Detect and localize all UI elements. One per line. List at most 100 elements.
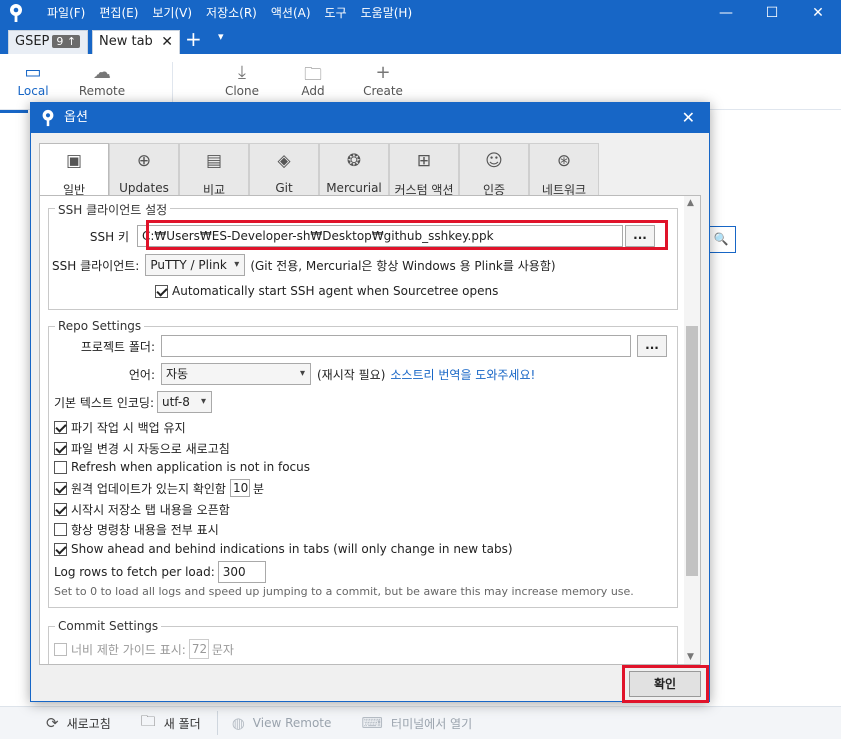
log-rows-label: Log rows to fetch per load: [54,565,215,579]
encoding-select[interactable]: utf-8 ▾ [157,391,212,413]
ahead-behind-row: Show ahead and behind indications in tab… [54,542,513,556]
tab-general[interactable]: ▣ 일반 [39,143,109,197]
maximize-button[interactable]: ☐ [749,0,795,26]
menu-tools[interactable]: 도구 [318,0,354,26]
project-folder-browse-button[interactable]: ... [637,335,667,357]
new-folder-button[interactable]: 🗀 새 폴더 [141,711,201,736]
custom-action-icon: ⊞ [416,151,432,171]
repo-group-title: Repo Settings [55,319,145,333]
title-bar: 파일(F) 편집(E) 보기(V) 저장소(R) 액션(A) 도구 도움말(H)… [0,0,841,26]
create-button[interactable]: + Create [353,62,413,98]
language-label: 언어: [128,367,155,382]
width-guide-input[interactable]: 72 [188,639,209,659]
scrollbar-thumb[interactable] [686,326,698,576]
open-tabs-checkbox[interactable] [54,503,67,516]
tab-mercurial[interactable]: ❂ Mercurial [319,143,389,195]
auto-refresh-checkbox[interactable] [54,442,67,455]
backup-checkbox[interactable] [54,421,67,434]
tab-custom-actions[interactable]: ⊞ 커스텀 액션 [389,143,459,197]
refresh-focus-row: Refresh when application is not in focus [54,460,310,474]
menu-edit[interactable]: 편집(E) [92,0,145,26]
close-tab-icon[interactable]: ✕ [161,31,173,53]
chevron-down-icon: ▾ [234,259,240,270]
menu-view[interactable]: 보기(V) [145,0,199,26]
show-cmd-checkbox[interactable] [54,523,67,536]
refresh-focus-checkbox[interactable] [54,460,67,474]
sourcetree-logo-icon [42,109,54,127]
toggle-icon: ▣ [65,151,83,171]
dialog-title: 옵션 [64,110,88,125]
ahead-behind-checkbox[interactable] [54,542,67,556]
encoding-value: utf-8 [162,395,190,409]
ahead-behind-label: Show ahead and behind indications in tab… [71,542,513,556]
download-icon: ⊕ [136,151,152,171]
menu-help[interactable]: 도움말(H) [354,0,420,26]
scroll-up-icon[interactable]: ▲ [687,198,694,208]
width-guide-row: 너비 제한 가이드 표시: 72 문자 [54,639,234,659]
menu-file[interactable]: 파일(F) [40,0,92,26]
menu-bar: 파일(F) 편집(E) 보기(V) 저장소(R) 액션(A) 도구 도움말(H) [40,0,419,26]
translate-link[interactable]: 소스트리 번역을 도와주세요! [390,366,535,383]
show-cmd-row: 항상 명령창 내용을 전부 표시 [54,521,219,538]
dialog-close-button[interactable]: ✕ [682,103,695,133]
diff-icon: ▤ [205,151,223,171]
remote-button[interactable]: ☁ Remote [72,62,132,98]
language-value: 자동 [166,367,189,381]
width-guide-label: 너비 제한 가이드 표시: [71,642,186,657]
repo-settings-group: Repo Settings 프로젝트 폴더: ... 언어: 자동 ▾ (재시작 … [48,319,678,608]
add-label: Add [301,84,325,98]
content-scrollbar[interactable]: ▲ ▼ [684,196,700,664]
bottom-divider [216,711,218,735]
tab-updates[interactable]: ⊕ Updates [109,143,179,195]
language-select[interactable]: 자동 ▾ [161,363,311,385]
refresh-icon: ⟳ [46,714,59,732]
plus-icon: + [375,62,391,83]
local-button[interactable]: ▭ Local [3,62,63,98]
add-button[interactable]: 🗀 Add [283,62,343,98]
ssh-client-value: PuTTY / Plink [150,258,227,272]
tab-network[interactable]: ⊛ 네트워크 [529,143,599,197]
tab-gsep[interactable]: GSEP 9 ↑ [8,30,88,54]
view-remote-button[interactable]: ◍ View Remote [232,714,332,732]
remote-label: Remote [78,84,126,98]
open-tabs-row: 시작시 저장소 탭 내용을 오픈함 [54,501,230,518]
options-content: SSH 클라이언트 설정 SSH 키 C:₩Users₩ES-Developer… [39,195,701,665]
log-rows-input[interactable]: 300 [217,561,266,583]
update-interval-input[interactable]: 10 [229,479,250,497]
window-controls: — ☐ ✕ [703,0,841,26]
encoding-label: 기본 텍스트 인코딩: [54,395,154,410]
local-label: Local [17,84,49,98]
log-rows-note: Set to 0 to load all logs and speed up j… [54,585,634,598]
refresh-focus-label: Refresh when application is not in focus [71,460,311,474]
tab-git[interactable]: ◈ Git [249,143,319,195]
search-icon[interactable]: 🔍 [706,226,736,253]
commit-settings-group: Commit Settings 너비 제한 가이드 표시: 72 문자 [48,619,678,664]
options-tabs: ▣ 일반 ⊕ Updates ▤ 비교 ◈ Git ❂ Mercurial ⊞ 커스텀 액션… [39,143,599,197]
check-updates-checkbox[interactable] [54,481,67,495]
tab-diff[interactable]: ▤ 비교 [179,143,249,197]
user-icon: ☺ [485,151,503,171]
refresh-button[interactable]: ⟳ 새로고침 [46,714,111,732]
log-rows-row: Log rows to fetch per load: 300 [54,561,266,583]
menu-actions[interactable]: 액션(A) [264,0,318,26]
close-window-button[interactable]: ✕ [795,0,841,26]
check-updates-label: 원격 업데이트가 있는지 확인함 [71,481,226,496]
auto-agent-checkbox[interactable] [155,284,168,298]
minimize-button[interactable]: — [703,0,749,26]
tab-authentication[interactable]: ☺ 인증 [459,143,529,197]
sourcetree-logo-icon [10,4,22,22]
tab-list-dropdown-icon[interactable]: ▾ [218,30,224,43]
clone-button[interactable]: ⤓ Clone [212,62,272,98]
project-folder-input[interactable] [161,335,631,357]
add-tab-icon[interactable]: + [185,27,202,51]
ok-highlight [622,665,709,703]
width-guide-checkbox[interactable] [54,642,67,656]
width-guide-unit: 문자 [211,642,234,657]
cloud-icon: ☁ [93,62,111,83]
scroll-down-icon[interactable]: ▼ [687,652,694,662]
tab-updates-label: Updates [119,181,169,195]
ssh-client-select[interactable]: PuTTY / Plink ▾ [145,254,246,276]
menu-repository[interactable]: 저장소(R) [199,0,264,26]
tab-new[interactable]: New tab ✕ [92,30,180,54]
open-terminal-button[interactable]: ⌨ 터미널에서 열기 [361,714,472,732]
